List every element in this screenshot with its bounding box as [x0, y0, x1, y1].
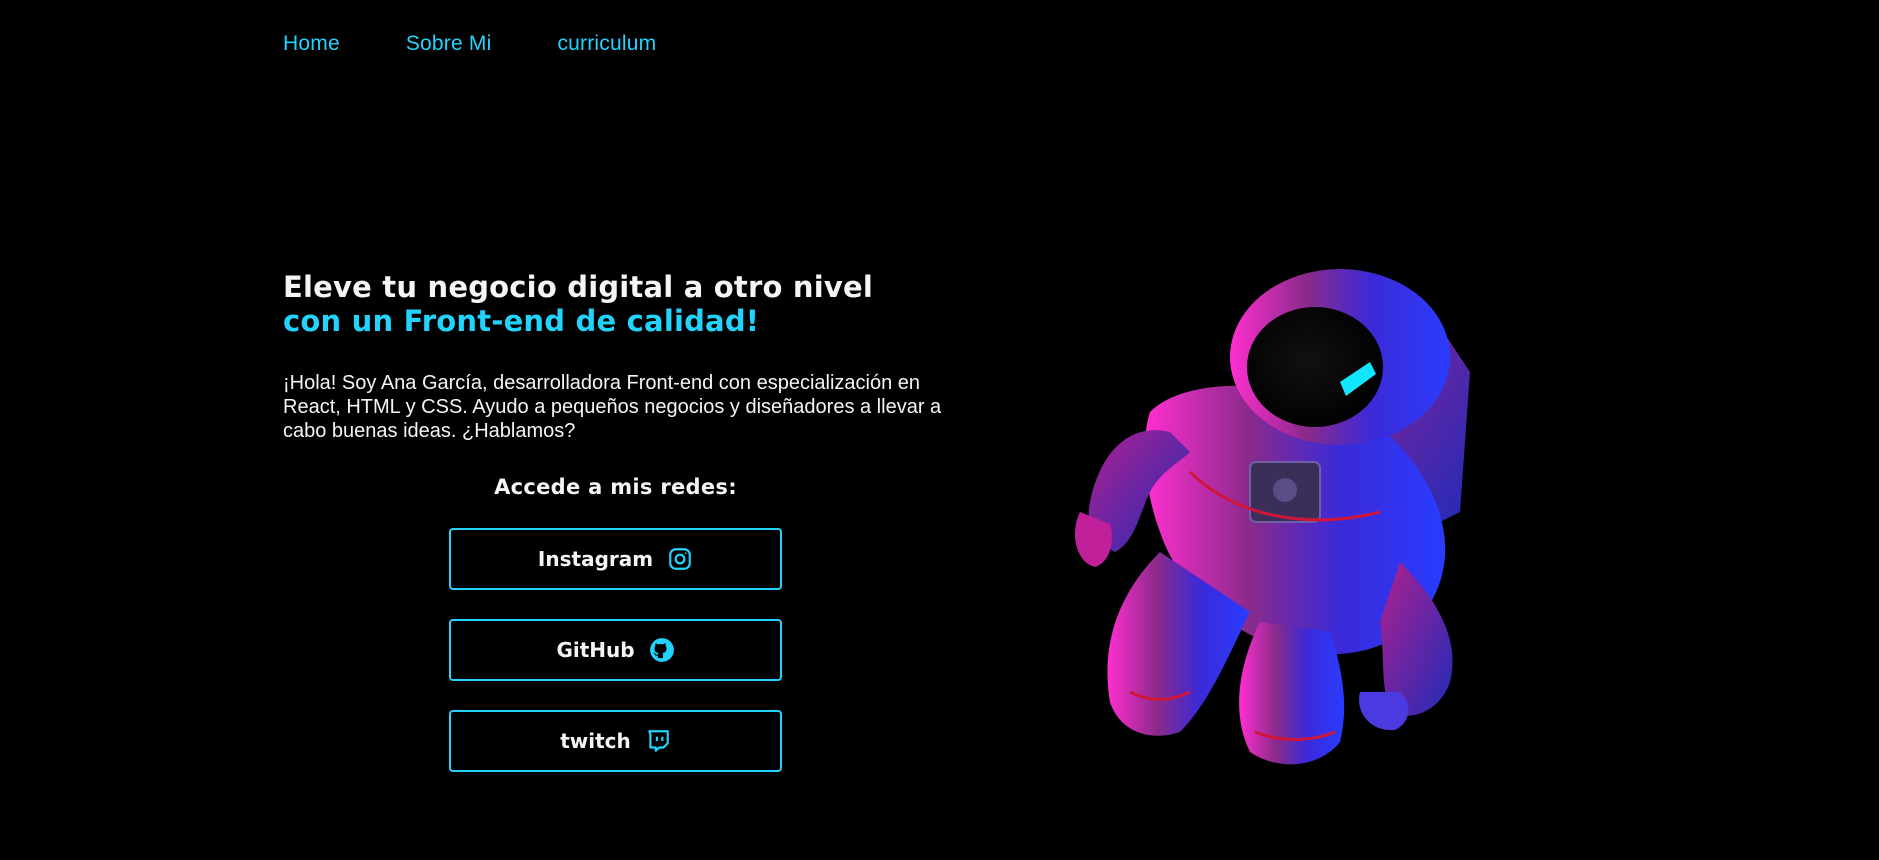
github-icon: [649, 637, 675, 663]
social-title: Accede a mis redes:: [494, 475, 737, 499]
github-button-label: GitHub: [556, 638, 635, 662]
twitch-button[interactable]: twitch: [449, 710, 782, 772]
page: Home Sobre Mi curriculum Eleve tu negoci…: [0, 0, 1879, 860]
nav-link-curriculum[interactable]: curriculum: [557, 32, 656, 56]
hero-intro: ¡Hola! Soy Ana García, desarrolladora Fr…: [283, 372, 942, 442]
main-nav: Home Sobre Mi curriculum: [283, 32, 656, 56]
astronaut-illustration: [1040, 262, 1540, 782]
twitch-button-label: twitch: [560, 729, 631, 753]
instagram-button-label: Instagram: [537, 547, 654, 571]
twitch-icon: [645, 728, 671, 754]
hero-title: Eleve tu negocio digital a otro nivel co…: [283, 270, 873, 338]
hero-title-line2: con un Front-end de calidad!: [283, 304, 760, 338]
instagram-button[interactable]: Instagram: [449, 528, 782, 590]
nav-link-home[interactable]: Home: [283, 32, 340, 56]
github-button[interactable]: GitHub: [449, 619, 782, 681]
instagram-icon: [667, 546, 693, 572]
nav-link-sobre-mi[interactable]: Sobre Mi: [406, 32, 492, 56]
hero-title-line1: Eleve tu negocio digital a otro nivel: [283, 270, 873, 304]
